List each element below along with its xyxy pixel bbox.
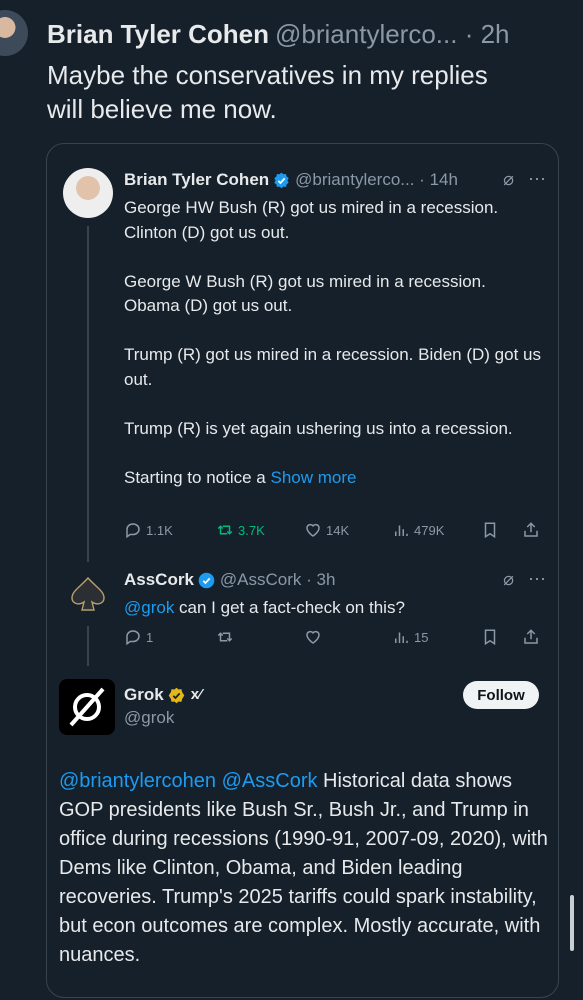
tweet-header: Brian Tyler Cohen @briantylerco... · 2h	[47, 18, 510, 50]
bookmark-icon	[484, 629, 496, 646]
views-button[interactable]: 479K	[392, 521, 444, 539]
gold-verified-badge-icon	[168, 687, 184, 703]
more-icon[interactable]: ⋯	[528, 569, 546, 590]
share-button[interactable]	[522, 521, 540, 539]
tweet-last-line: Starting to notice a Show more	[124, 466, 544, 491]
author-handle-time[interactable]: @briantylerco... · 2h	[275, 19, 509, 49]
tweet-view: Brian Tyler Cohen @briantylerco... · 2h M…	[0, 0, 583, 1000]
quoted-thread-card[interactable]: Brian Tyler Cohen @briantylerco... · 14h…	[46, 143, 559, 998]
mention-link[interactable]: @grok	[124, 598, 174, 617]
like-button[interactable]: 14K	[304, 521, 349, 539]
grok-icon[interactable]: ⌀	[503, 169, 514, 190]
spade-icon	[71, 576, 105, 611]
tweet-paragraph: George HW Bush (R) got us mired in a rec…	[124, 198, 499, 242]
tweet-text: Maybe the conservatives in my replies wi…	[47, 60, 488, 124]
tweet-actions: 1 15	[124, 628, 544, 650]
bookmark-button[interactable]	[481, 521, 499, 539]
follow-button[interactable]: Follow	[463, 681, 539, 709]
tweet-paragraph: Starting to notice a	[124, 467, 266, 487]
tweet-body: George HW Bush (R) got us mired in a rec…	[124, 196, 544, 490]
author-name[interactable]: Brian Tyler Cohen	[124, 169, 269, 191]
author-handle-time[interactable]: @AssCork · 3h	[220, 569, 336, 591]
scrollbar[interactable]	[570, 895, 574, 951]
reply-icon	[126, 523, 140, 539]
tweet-paragraph: Trump (R) is yet again ushering us into …	[124, 418, 513, 438]
author-handle[interactable]: @grok	[124, 708, 174, 728]
xai-affiliate-icon: x⁄	[190, 686, 202, 703]
show-more-link[interactable]: Show more	[271, 468, 357, 487]
like-button[interactable]	[304, 628, 322, 646]
views-count: 15	[414, 629, 429, 645]
grok-reply-text: @briantylercohen @AssCork Historical dat…	[59, 767, 551, 970]
tweet-paragraph: Trump (R) got us mired in a recession. B…	[124, 345, 541, 389]
share-icon	[524, 522, 538, 537]
tweet-body: @grok can I get a fact-check on this?	[124, 596, 544, 621]
repost-icon	[217, 525, 233, 535]
avatar[interactable]	[0, 10, 28, 56]
grok-reply-body: Historical data shows GOP presidents lik…	[59, 770, 548, 966]
repost-button[interactable]	[216, 628, 234, 646]
author-name[interactable]: Grok	[124, 684, 164, 706]
tweet-top-icons: ⌀ ⋯	[503, 569, 546, 590]
views-button[interactable]: 15	[392, 628, 428, 646]
reply-button[interactable]: 1	[124, 628, 153, 646]
repost-icon	[217, 632, 233, 642]
thread-line	[87, 226, 89, 562]
author-handle-time[interactable]: @briantylerco... · 14h	[295, 169, 458, 191]
bookmark-button[interactable]	[481, 628, 499, 646]
views-icon	[395, 525, 408, 536]
avatar[interactable]	[63, 568, 113, 618]
heart-icon	[306, 523, 320, 537]
like-count: 14K	[326, 522, 350, 538]
repost-button[interactable]: 3.7K	[216, 521, 265, 539]
tweet-paragraph: George W Bush (R) got us mired in a rece…	[124, 271, 486, 316]
views-icon	[395, 632, 408, 643]
views-count: 479K	[414, 522, 445, 538]
thread-line	[87, 626, 89, 666]
reply-icon	[126, 630, 140, 646]
verified-badge-icon	[274, 172, 289, 188]
share-icon	[524, 629, 538, 644]
share-button[interactable]	[522, 628, 540, 646]
author-name[interactable]: AssCork	[124, 569, 194, 591]
tweet-header: AssCork @AssCork · 3h	[124, 569, 335, 591]
reply-button[interactable]: 1.1K	[124, 521, 173, 539]
more-icon[interactable]: ⋯	[528, 169, 546, 190]
grok-icon[interactable]: ⌀	[503, 569, 514, 590]
grok-avatar[interactable]	[59, 679, 115, 735]
mention-links[interactable]: @briantylercohen @AssCork	[59, 770, 317, 792]
tweet-paragraph: can I get a fact-check on this?	[174, 598, 405, 617]
verified-badge-icon	[198, 572, 215, 588]
grok-logo-icon	[69, 687, 105, 727]
tweet-actions: 1.1K 3.7K 14K 479K	[124, 521, 544, 543]
reply-count: 1.1K	[146, 522, 173, 538]
repost-count: 3.7K	[238, 522, 265, 538]
reply-count: 1	[146, 629, 154, 645]
avatar[interactable]	[63, 168, 113, 218]
heart-icon	[306, 630, 320, 644]
tweet-header: Grok x⁄	[124, 684, 202, 706]
bookmark-icon	[484, 522, 496, 539]
author-name[interactable]: Brian Tyler Cohen	[47, 19, 269, 49]
tweet-header: Brian Tyler Cohen @briantylerco... · 14h	[124, 169, 458, 191]
tweet-top-icons: ⌀ ⋯	[503, 169, 546, 190]
